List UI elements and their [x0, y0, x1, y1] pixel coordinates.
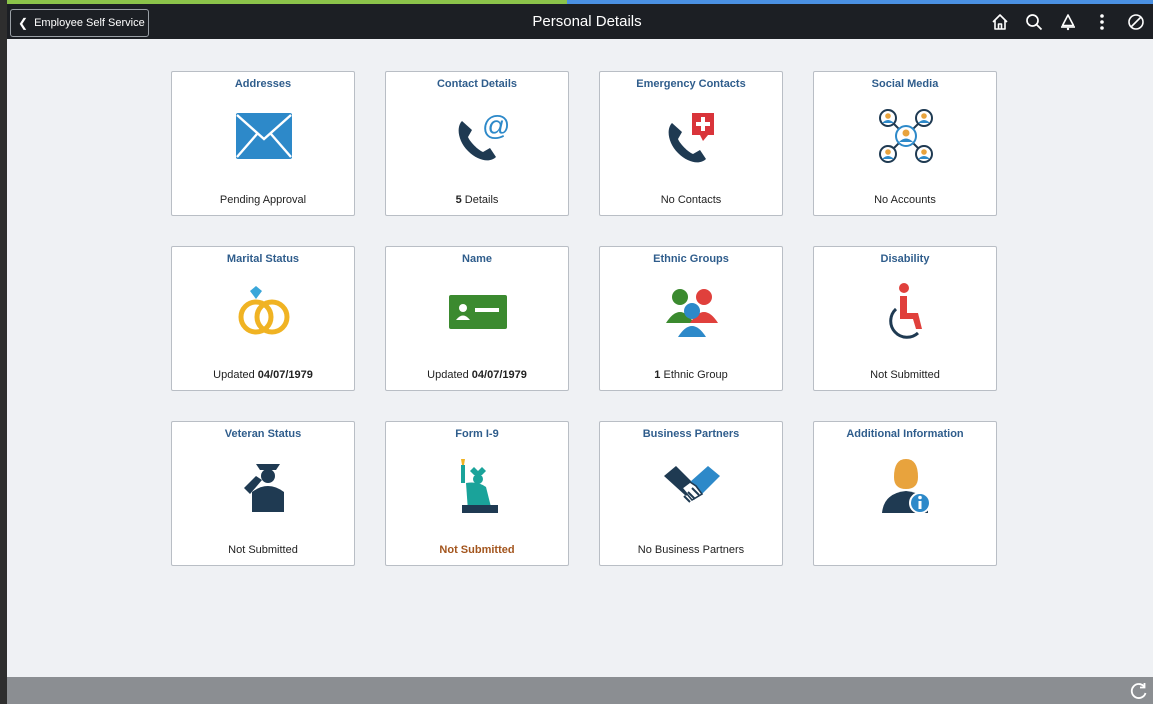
svg-text:@: @ [482, 110, 508, 141]
more-vertical-icon[interactable] [1085, 10, 1119, 34]
wheelchair-icon [876, 281, 936, 341]
tile-additional-information[interactable]: Additional Information [813, 421, 997, 566]
tile-status: Not Submitted [228, 544, 298, 556]
handshake-icon [662, 456, 722, 516]
tile-title: Contact Details [436, 78, 518, 90]
tile-title: Additional Information [846, 428, 964, 440]
accent-stripe-blue [567, 0, 1153, 4]
top-banner: ❮ Employee Self Service Personal Details [7, 0, 1153, 39]
tile-status: Updated 04/07/1979 [172, 369, 354, 381]
tile-title: Name [462, 253, 492, 265]
accent-stripe-green [7, 0, 567, 4]
social-network-icon [876, 106, 936, 166]
rings-icon [234, 281, 294, 341]
tile-form-i9[interactable]: Form I-9 Not Submitted [385, 421, 569, 566]
tile-status-text: Ethnic Group [663, 369, 728, 381]
tile-social-media[interactable]: Social Media No Accounts [813, 71, 997, 216]
tile-status: Not Submitted [439, 544, 515, 556]
nav-compass-icon[interactable] [1119, 10, 1153, 34]
people-group-icon [662, 281, 722, 341]
tile-count: 5 [455, 194, 462, 206]
tile-status: Pending Approval [219, 194, 307, 206]
tile-name[interactable]: Name Updated 04/07/1979 [385, 246, 569, 391]
tile-status: Not Submitted [870, 369, 940, 381]
tile-title: Addresses [234, 78, 292, 90]
tile-grid-area: Addresses Pending Approval Contact Detai… [7, 39, 1153, 677]
tile-ethnic-groups[interactable]: Ethnic Groups 1 Ethnic Group [599, 246, 783, 391]
statue-of-liberty-icon [448, 456, 508, 516]
tile-date: 04/07/1979 [257, 369, 313, 381]
saluting-soldier-icon [234, 456, 294, 516]
phone-at-icon: @ [448, 106, 508, 166]
tile-status: Updated 04/07/1979 [386, 369, 568, 381]
envelope-icon [234, 106, 294, 166]
id-card-icon [448, 281, 508, 341]
refresh-icon[interactable] [1129, 681, 1149, 701]
back-button-label: Employee Self Service [34, 17, 145, 29]
tile-title: Social Media [871, 78, 939, 90]
tile-date: 04/07/1979 [471, 369, 527, 381]
tile-veteran-status[interactable]: Veteran Status Not Submitted [171, 421, 355, 566]
tile-disability[interactable]: Disability Not Submitted [813, 246, 997, 391]
footer-bar [7, 677, 1153, 704]
bell-icon[interactable] [1051, 10, 1085, 34]
tile-business-partners[interactable]: Business Partners No Business Partners [599, 421, 783, 566]
tile-status: 1 Ethnic Group [600, 369, 782, 381]
left-edge-bar [0, 0, 7, 704]
tile-count: 1 [654, 369, 661, 381]
tile-status: No Accounts [874, 194, 936, 206]
tile-status-text: Details [464, 194, 499, 206]
tile-status: No Business Partners [637, 544, 745, 556]
person-info-icon [876, 456, 936, 516]
tile-title: Veteran Status [224, 428, 302, 440]
phone-medical-icon [662, 106, 722, 166]
tile-contact-details[interactable]: Contact Details @ 5 Details [385, 71, 569, 216]
search-icon[interactable] [1017, 10, 1051, 34]
tile-status: 5 Details [386, 194, 568, 206]
home-icon[interactable] [983, 10, 1017, 34]
tile-status: No Contacts [660, 194, 722, 206]
tile-title: Ethnic Groups [653, 253, 729, 265]
tile-status-text: Updated [427, 369, 469, 381]
tile-title: Marital Status [226, 253, 300, 265]
back-button[interactable]: ❮ Employee Self Service [10, 9, 149, 37]
page-title: Personal Details [532, 13, 642, 30]
chevron-left-icon: ❮ [18, 16, 29, 30]
header-actions [983, 9, 1153, 35]
tile-emergency-contacts[interactable]: Emergency Contacts No Contacts [599, 71, 783, 216]
tile-status-text: Updated [213, 369, 255, 381]
tile-title: Disability [880, 253, 930, 265]
tile-title: Emergency Contacts [636, 78, 746, 90]
tile-title: Business Partners [642, 428, 740, 440]
tile-title: Form I-9 [455, 428, 499, 440]
tile-marital-status[interactable]: Marital Status Updated 04/07/1979 [171, 246, 355, 391]
tile-addresses[interactable]: Addresses Pending Approval [171, 71, 355, 216]
